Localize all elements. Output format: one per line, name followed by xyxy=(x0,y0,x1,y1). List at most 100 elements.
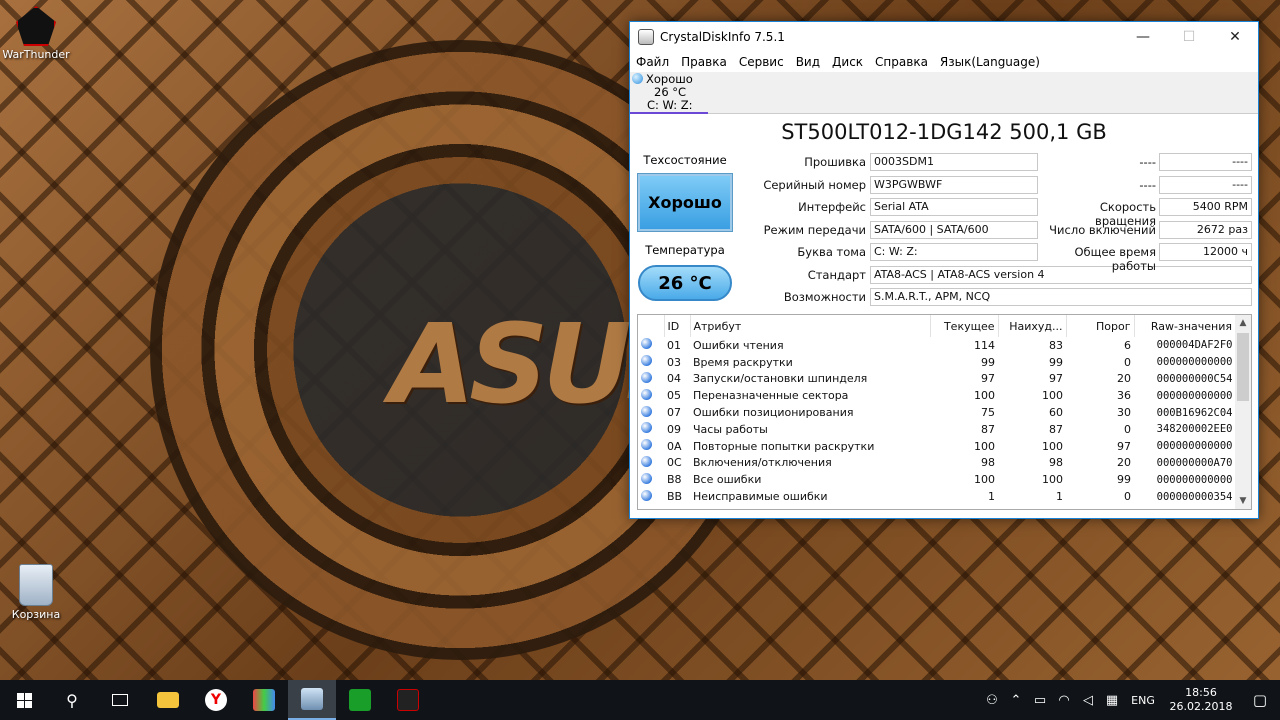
table-row[interactable]: 04 Запуски/остановки шпинделя 97 97 20 000000… xyxy=(638,371,1236,388)
table-row[interactable]: 05 Переназначенные сектора 100 100 36 0000000… xyxy=(638,387,1236,404)
attr-raw: 000004DAF2F0 xyxy=(1156,339,1233,352)
desktop-icon-label: Корзина xyxy=(11,608,61,621)
attr-raw: 000000000000 xyxy=(1156,473,1233,486)
attr-name: Ошибки позиционирования xyxy=(693,406,854,420)
col-attribute[interactable]: Атрибут xyxy=(690,315,931,337)
minimize-button[interactable]: — xyxy=(1120,22,1166,52)
folder-icon xyxy=(157,692,179,708)
temperature-label: Температура xyxy=(645,243,725,257)
taskbar-explorer[interactable] xyxy=(144,680,192,720)
col-id[interactable]: ID xyxy=(664,315,691,337)
chevron-up-icon[interactable]: ⌃ xyxy=(1006,693,1026,708)
attr-current: 114 xyxy=(974,338,995,352)
table-row[interactable]: BB Неисправимые ошибки 1 1 0 000000000354 xyxy=(638,488,1236,505)
scroll-down-icon[interactable]: ▼ xyxy=(1235,493,1251,509)
health-label: Техсостояние xyxy=(643,153,727,167)
col-raw[interactable]: Raw-значения xyxy=(1134,315,1236,337)
battery-icon[interactable]: ▭ xyxy=(1030,693,1050,708)
col-threshold[interactable]: Порог xyxy=(1066,315,1135,337)
menu-service[interactable]: Сервис xyxy=(739,55,784,69)
col-status[interactable] xyxy=(638,315,665,337)
attr-name: Время раскрутки xyxy=(693,355,793,369)
attr-name: Запуски/остановки шпинделя xyxy=(693,372,868,386)
col-worst[interactable]: Наихуд... xyxy=(998,315,1067,337)
status-dot-icon xyxy=(638,354,664,371)
status-dot-icon xyxy=(638,438,664,455)
attr-name: Все ошибки xyxy=(693,473,762,487)
table-row[interactable]: 09 Часы работы 87 87 0 348200002EE0 xyxy=(638,421,1236,438)
search-button[interactable]: ⚲ xyxy=(48,680,96,720)
taskbar-crystaldiskinfo[interactable] xyxy=(288,680,336,720)
attr-threshold: 30 xyxy=(1117,406,1131,420)
attr-worst: 98 xyxy=(1049,456,1063,470)
standard-label: Стандарт xyxy=(807,268,866,282)
table-row[interactable]: 0A Повторные попытки раскрутки 100 100 97 000… xyxy=(638,438,1236,455)
table-row[interactable]: 03 Время раскрутки 99 99 0 000000000000 xyxy=(638,354,1236,371)
menu-disk[interactable]: Диск xyxy=(832,55,863,69)
attr-worst: 100 xyxy=(1042,439,1063,453)
taskbar-app-3[interactable] xyxy=(240,680,288,720)
keyboard-icon[interactable]: ▦ xyxy=(1102,693,1122,708)
app-icon xyxy=(253,689,275,711)
taskbar-yandex-browser[interactable]: Y xyxy=(192,680,240,720)
smart-header-row: ID Атрибут Текущее Наихуд... Порог Raw-з… xyxy=(638,315,1236,337)
blank2-label: ---- xyxy=(1139,178,1156,192)
attr-raw: 000000000000 xyxy=(1156,356,1233,369)
attr-current: 98 xyxy=(981,456,995,470)
menu-view[interactable]: Вид xyxy=(796,55,820,69)
attr-current: 100 xyxy=(974,389,995,403)
maximize-button[interactable]: ☐ xyxy=(1166,22,1212,52)
smart-attributes-list[interactable]: ID Атрибут Текущее Наихуд... Порог Raw-з… xyxy=(637,314,1252,510)
scroll-thumb[interactable] xyxy=(1237,333,1249,401)
table-row[interactable]: 0C Включения/отключения 98 98 20 000000000A70 xyxy=(638,455,1236,472)
network-icon[interactable]: ◠ xyxy=(1054,693,1074,708)
table-row[interactable]: 07 Ошибки позиционирования 75 60 30 000B16962… xyxy=(638,404,1236,421)
task-view-icon xyxy=(112,694,128,706)
scroll-up-icon[interactable]: ▲ xyxy=(1235,315,1251,331)
menu-file[interactable]: Файл xyxy=(636,55,669,69)
app-icon xyxy=(638,29,654,45)
attr-id: BB xyxy=(667,490,683,504)
attr-threshold: 6 xyxy=(1124,338,1131,352)
health-status-badge[interactable]: Хорошо xyxy=(637,173,733,232)
menu-edit[interactable]: Правка xyxy=(681,55,727,69)
power-count-value: 2672 раз xyxy=(1159,221,1252,239)
attr-worst: 83 xyxy=(1049,338,1063,352)
temperature-badge[interactable]: 26 °C xyxy=(638,265,732,301)
taskbar-app-5[interactable] xyxy=(336,680,384,720)
table-row[interactable]: 01 Ошибки чтения 114 83 6 000004DAF2F0 xyxy=(638,337,1236,354)
attr-id: 04 xyxy=(667,372,681,386)
close-button[interactable]: ✕ xyxy=(1212,22,1258,52)
attr-name: Включения/отключения xyxy=(693,456,832,470)
attr-worst: 60 xyxy=(1049,406,1063,420)
desktop-icon-warthunder[interactable]: WarThunder xyxy=(0,6,72,61)
menu-bar: Файл Правка Сервис Вид Диск Справка Язык… xyxy=(630,52,1258,72)
desktop-icon-recycle-bin[interactable]: Корзина xyxy=(0,564,72,621)
taskbar-warthunder[interactable] xyxy=(384,680,432,720)
notifications-icon[interactable]: ▢ xyxy=(1240,691,1280,709)
disk-tab[interactable]: Хорошо 26 °C C: W: Z: xyxy=(630,72,708,114)
attr-threshold: 0 xyxy=(1124,422,1131,436)
volume-icon[interactable]: ◁ xyxy=(1078,693,1098,708)
drive-letter-value: C: W: Z: xyxy=(870,243,1038,261)
attr-current: 100 xyxy=(974,439,995,453)
title-bar[interactable]: CrystalDiskInfo 7.5.1 — ☐ ✕ xyxy=(630,22,1258,52)
attr-id: 0C xyxy=(667,456,682,470)
menu-language[interactable]: Язык(Language) xyxy=(940,55,1040,69)
menu-help[interactable]: Справка xyxy=(875,55,928,69)
attr-threshold: 20 xyxy=(1117,456,1131,470)
people-icon[interactable]: ⚇ xyxy=(982,693,1002,708)
col-current[interactable]: Текущее xyxy=(930,315,999,337)
attr-raw: 000B16962C04 xyxy=(1156,406,1233,419)
attr-id: 05 xyxy=(667,389,681,403)
table-row[interactable]: B8 Все ошибки 100 100 99 000000000000 xyxy=(638,471,1236,488)
attr-id: 03 xyxy=(667,355,681,369)
task-view-button[interactable] xyxy=(96,680,144,720)
attr-threshold: 0 xyxy=(1124,355,1131,369)
language-indicator[interactable]: ENG xyxy=(1126,694,1160,707)
clock[interactable]: 18:56 26.02.2018 xyxy=(1162,686,1240,714)
smart-scrollbar[interactable]: ▲ ▼ xyxy=(1235,315,1251,509)
start-button[interactable] xyxy=(0,680,48,720)
attr-name: Переназначенные сектора xyxy=(693,389,849,403)
green-cross-icon xyxy=(349,689,371,711)
